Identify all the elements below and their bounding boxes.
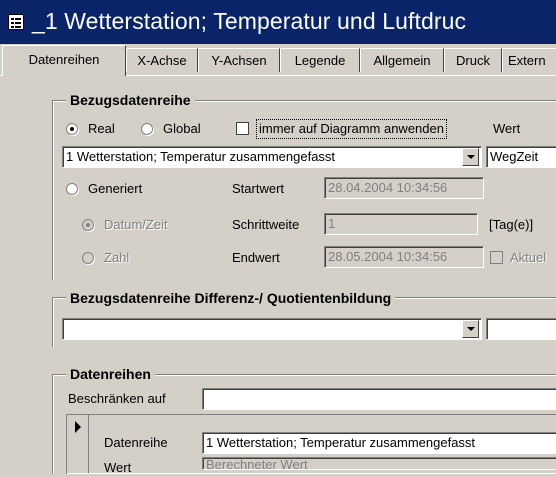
chevron-down-icon	[467, 327, 475, 331]
aktuell-checkbox[interactable]	[490, 251, 503, 264]
differenz-second-field[interactable]	[486, 318, 556, 340]
always-apply-checkbox[interactable]	[236, 122, 249, 135]
zahl-radio[interactable]	[82, 252, 94, 264]
differenz-dropdown-button[interactable]	[462, 320, 479, 338]
real-label: Real	[88, 121, 115, 136]
real-radio[interactable]	[66, 123, 78, 135]
current-record-icon	[75, 421, 81, 433]
differenz-title: Bezugsdatenreihe Differenz-/ Quotientenb…	[66, 289, 396, 307]
datum-zeit-label: Datum/Zeit	[104, 217, 168, 232]
startwert-label: Startwert	[232, 181, 285, 196]
datenreihe-value: 1 Wetterstation; Temperatur zusammengefa…	[206, 435, 476, 450]
always-apply-label[interactable]: immer auf Diagramm anwenden	[256, 119, 447, 139]
tab-extern[interactable]: Extern	[502, 48, 556, 72]
differenz-dropdown[interactable]	[62, 318, 482, 340]
wert-value: WegZeit	[490, 149, 539, 164]
wert-field[interactable]: WegZeit	[486, 146, 556, 168]
tab-x-achse[interactable]: X-Achse	[126, 48, 198, 72]
form-icon[interactable]	[8, 14, 24, 30]
chevron-down-icon	[467, 155, 475, 159]
subform-wert-label: Wert	[104, 460, 132, 475]
datenreihe-field[interactable]: 1 Wetterstation; Temperatur zusammengefa…	[202, 432, 556, 454]
wert-label: Wert	[493, 121, 521, 136]
datum-zeit-radio[interactable]	[82, 219, 94, 231]
window-title: _1 Wetterstation; Temperatur und Luftdru…	[32, 8, 467, 34]
title-bar[interactable]: _1 Wetterstation; Temperatur und Luftdru…	[0, 0, 556, 44]
beschraenken-label: Beschränken auf	[68, 391, 166, 406]
endwert-label: Endwert	[232, 250, 280, 265]
global-label: Global	[163, 121, 201, 136]
endwert-field[interactable]: 28.05.2004 10:34:56	[324, 246, 484, 268]
beschraenken-field[interactable]	[202, 388, 556, 410]
aktuell-label: Aktuel	[510, 250, 547, 265]
bezug-series-dropdown-button[interactable]	[462, 148, 479, 166]
generiert-radio[interactable]	[66, 183, 78, 195]
startwert-field[interactable]: 28.04.2004 10:34:56	[324, 177, 484, 199]
datenreihe-label: Datenreihe	[104, 435, 168, 450]
datenreihen-title: Datenreihen	[66, 365, 155, 383]
zahl-label: Zahl	[104, 250, 130, 265]
record-selector[interactable]	[67, 415, 89, 473]
tab-datenreihen[interactable]: Datenreihen	[2, 45, 126, 76]
unit-label: [Tag(e)]	[489, 217, 534, 232]
schrittweite-label: Schrittweite	[232, 217, 300, 232]
startwert-value: 28.04.2004 10:34:56	[328, 180, 448, 195]
schrittweite-value: 1	[328, 216, 336, 231]
endwert-value: 28.05.2004 10:34:56	[328, 249, 448, 264]
tab-y-achsen[interactable]: Y-Achsen	[198, 48, 280, 72]
tab-legende[interactable]: Legende	[280, 48, 360, 72]
tab-allgemein[interactable]: Allgemein	[360, 48, 444, 72]
bezug-series-dropdown[interactable]: 1 Wetterstation; Temperatur zusammengefa…	[62, 146, 482, 168]
schrittweite-field[interactable]: 1	[324, 213, 478, 235]
bezug-series-value: 1 Wetterstation; Temperatur zusammengefa…	[66, 149, 336, 164]
tab-strip: Datenreihen X-Achse Y-Achsen Legende All…	[0, 44, 556, 76]
generiert-label: Generiert	[88, 181, 143, 196]
tab-druck[interactable]: Druck	[444, 48, 502, 72]
bezugsdatenreihe-title: Bezugsdatenreihe	[66, 91, 195, 109]
subform-wert-value: Berechneter Wert	[206, 457, 308, 470]
global-radio[interactable]	[141, 123, 153, 135]
subform-wert-field[interactable]: Berechneter Wert	[202, 457, 556, 470]
